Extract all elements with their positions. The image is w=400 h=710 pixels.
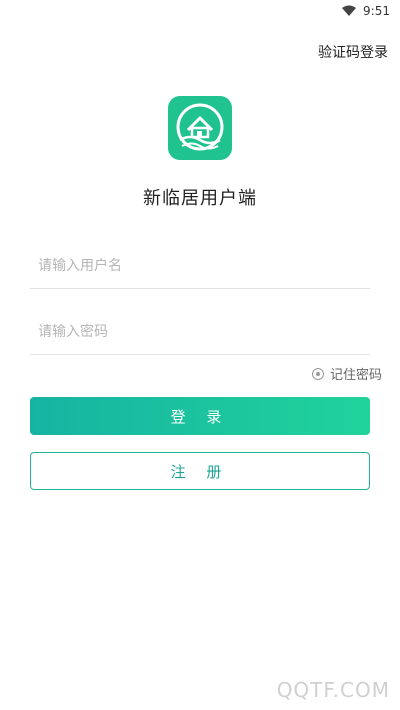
remember-password-label: 记住密码 <box>329 368 382 383</box>
username-input[interactable] <box>30 257 370 275</box>
remember-radio-icon[interactable] <box>311 367 324 380</box>
house-logo-icon <box>176 103 224 151</box>
remember-password-toggle[interactable]: 记住密码 <box>311 364 382 383</box>
wifi-icon <box>342 5 357 16</box>
register-button[interactable]: 注 册 <box>30 452 370 490</box>
watermark: QQTF.COM <box>276 678 390 702</box>
login-screen: 9:51 验证码登录 新临居用户端 记住密码 登 录 注 册 QQTF.COM <box>0 0 400 710</box>
status-time: 9:51 <box>363 4 390 18</box>
app-title: 新临居用户端 <box>143 188 257 209</box>
app-logo <box>168 96 232 160</box>
password-field[interactable] <box>30 310 370 355</box>
status-bar: 9:51 <box>0 0 400 22</box>
username-field[interactable] <box>30 244 370 289</box>
login-button[interactable]: 登 录 <box>30 397 370 435</box>
password-input[interactable] <box>30 323 370 341</box>
sms-login-link[interactable]: 验证码登录 <box>318 42 388 62</box>
